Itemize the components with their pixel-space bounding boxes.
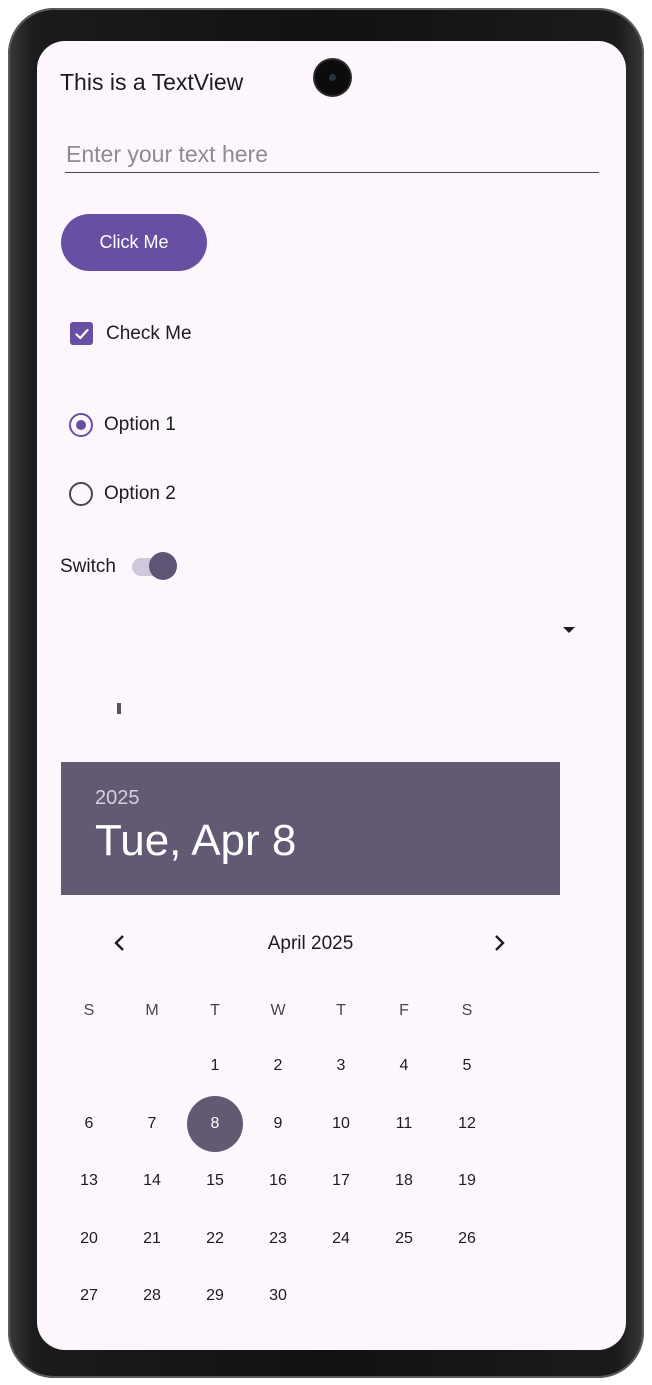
weekday-header: T [210, 1002, 220, 1019]
calendar-day[interactable]: 22 [184, 1219, 246, 1259]
chevron-right-icon[interactable] [482, 926, 516, 960]
switch-row[interactable]: Switch [60, 552, 177, 580]
calendar-day[interactable]: 20 [58, 1219, 120, 1259]
slider-thumb[interactable] [117, 703, 121, 714]
month-navigation: April 2025 [61, 923, 560, 963]
datepicker-header: 2025 Tue, Apr 8 [61, 762, 560, 895]
calendar-day[interactable]: 26 [436, 1219, 498, 1259]
datepicker-year[interactable]: 2025 [95, 787, 140, 810]
calendar-day[interactable]: 19 [436, 1161, 498, 1201]
calendar-day[interactable]: 28 [121, 1276, 183, 1316]
weekday-header: S [83, 1002, 95, 1019]
calendar-day[interactable]: 16 [247, 1161, 309, 1201]
text-input[interactable] [65, 136, 599, 173]
front-camera [315, 60, 350, 95]
calendar-day[interactable]: 15 [184, 1161, 246, 1201]
calendar-day[interactable]: 9 [247, 1104, 309, 1144]
calendar-day[interactable]: 23 [247, 1219, 309, 1259]
calendar-day[interactable]: 7 [121, 1104, 183, 1144]
radio-option-1[interactable]: Option 1 [69, 413, 176, 437]
switch-thumb[interactable] [148, 552, 177, 580]
checkbox-checked-icon[interactable] [70, 322, 93, 345]
calendar-day[interactable]: 2 [247, 1046, 309, 1086]
weekday-header: S [461, 1002, 473, 1019]
calendar-day[interactable]: 5 [436, 1046, 498, 1086]
radio-option-2[interactable]: Option 2 [69, 482, 176, 506]
weekday-header: F [399, 1002, 409, 1019]
checkbox-label: Check Me [106, 322, 192, 344]
weekday-header: M [145, 1002, 159, 1019]
calendar-day[interactable]: 6 [58, 1104, 120, 1144]
datepicker-selected-date: Tue, Apr 8 [95, 816, 297, 865]
check-me-checkbox[interactable]: Check Me [70, 322, 192, 345]
radio-selected-icon[interactable] [69, 413, 93, 437]
switch-toggle[interactable] [131, 552, 177, 580]
calendar-day[interactable]: 30 [247, 1276, 309, 1316]
radio-unselected-icon[interactable] [69, 482, 93, 506]
calendar-day[interactable]: 21 [121, 1219, 183, 1259]
calendar-day-selected[interactable]: 8 [184, 1104, 246, 1144]
dropdown-arrow-icon[interactable] [563, 627, 575, 633]
click-me-button[interactable]: Click Me [61, 214, 207, 271]
calendar-day[interactable]: 27 [58, 1276, 120, 1316]
calendar-day[interactable]: 3 [310, 1046, 372, 1086]
calendar-day[interactable]: 24 [310, 1219, 372, 1259]
calendar-day[interactable]: 1 [184, 1046, 246, 1086]
calendar-day[interactable]: 4 [373, 1046, 435, 1086]
app-screen: This is a TextView Click Me Check Me Opt… [37, 41, 626, 1350]
calendar-day[interactable]: 14 [121, 1161, 183, 1201]
calendar-day[interactable]: 11 [373, 1104, 435, 1144]
calendar-day[interactable]: 17 [310, 1161, 372, 1201]
calendar-day[interactable]: 29 [184, 1276, 246, 1316]
weekday-header: T [336, 1002, 346, 1019]
textview: This is a TextView [60, 69, 244, 95]
radio-option-2-label: Option 2 [104, 483, 176, 504]
radio-option-1-label: Option 1 [104, 414, 176, 435]
switch-label: Switch [60, 556, 116, 577]
weekday-header: W [270, 1002, 286, 1019]
calendar-day[interactable]: 25 [373, 1219, 435, 1259]
calendar-day[interactable]: 10 [310, 1104, 372, 1144]
calendar-day[interactable]: 18 [373, 1161, 435, 1201]
calendar-day[interactable]: 12 [436, 1104, 498, 1144]
calendar-day[interactable]: 13 [58, 1161, 120, 1201]
